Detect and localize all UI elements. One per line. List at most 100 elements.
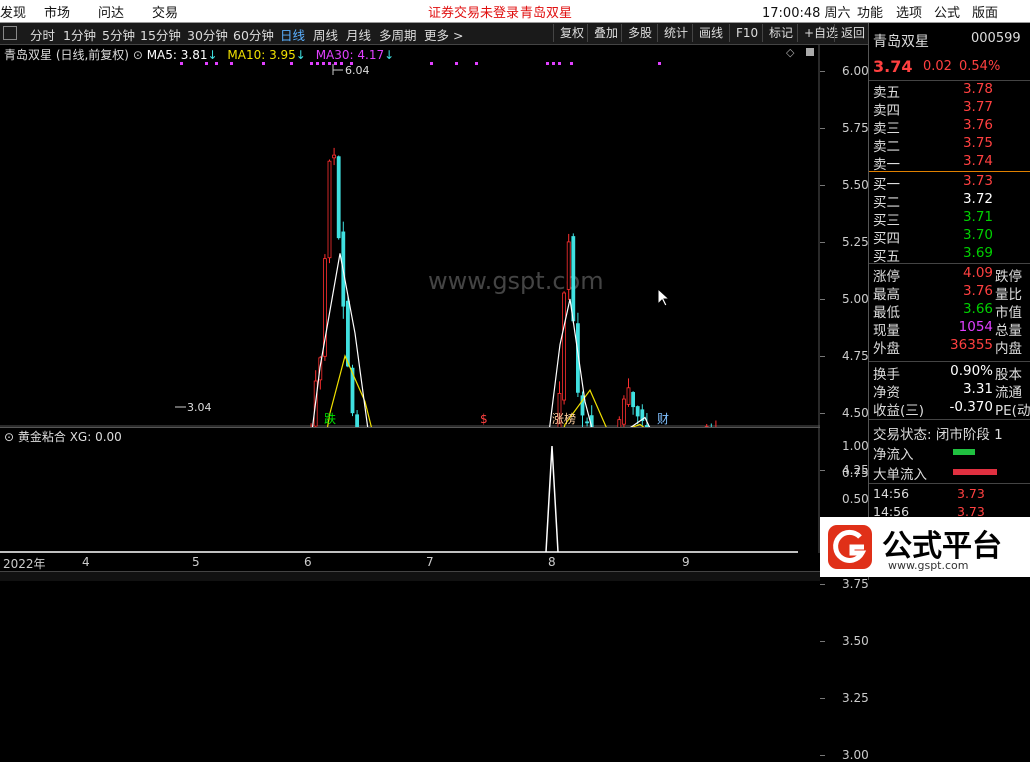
signal-dot [316,62,319,65]
adjust-button[interactable]: 复权 [553,24,590,42]
low-annotation: 3.04 [175,401,212,414]
ask-label: 卖三 [873,117,900,137]
candle-body [346,301,349,366]
indicator-y-tick: 0.75 [842,466,869,480]
indicator-chart[interactable] [0,428,820,553]
candle-body [567,242,570,290]
x-label-jul: 7 [426,555,434,569]
stat-extra-label: 量比 [995,283,1022,303]
clock: 17:00:48 周六 [762,2,851,21]
bid-label: 买五 [873,245,900,265]
marker-gainlist: 涨榜 [552,411,576,426]
signal-dot [290,62,293,65]
menu-trade[interactable]: 交易 [152,2,178,21]
signal-dots [180,62,661,65]
menu-layout[interactable]: 版面 [972,2,998,21]
stat-value: 3.76 [963,283,993,299]
signal-dot [328,62,331,65]
big-inflow-bar [953,469,997,475]
period-1min[interactable]: 1分钟 [63,25,96,44]
quote-price: 3.74 [873,57,912,76]
trade-login-notice[interactable]: 证券交易未登录 [428,2,519,21]
stat2-value: 0.90% [950,363,993,379]
period-weekly[interactable]: 周线 [313,25,338,44]
stat-label: 涨停 [873,265,900,285]
signal-dot [430,62,433,65]
candle-body [328,161,331,258]
top-menu-bar: 发现 市场 问达 交易 证券交易未登录 青岛双星 17:00:48 周六 功能 … [0,0,1030,23]
menu-function[interactable]: 功能 [857,2,883,21]
bid-row: 买四 3.70 [873,227,1027,245]
menu-market[interactable]: 市场 [44,2,70,21]
menu-formula[interactable]: 公式 [934,2,960,21]
menu-discover[interactable]: 发现 [0,2,26,21]
ask-label: 卖五 [873,81,900,101]
candle-body [622,399,625,424]
kline-chart[interactable]: www.gspt.com 6.04 3.04 跌 $ 涨榜 财 [0,45,820,427]
overlay-button[interactable]: 叠加 [587,24,624,42]
period-15min[interactable]: 15分钟 [140,25,181,44]
ask-value: 3.77 [963,99,993,115]
period-more[interactable]: 更多 > [424,25,463,44]
bid-value: 3.71 [963,209,993,225]
quote-panel: 青岛双星 000599 3.74 0.02 0.54% 卖五3.78卖四3.77… [868,23,1030,580]
draw-line-button[interactable]: 画线 [692,24,729,42]
stat-label: 最高 [873,283,900,303]
stat-row: 外盘36355内盘 [873,337,1027,355]
bid-label: 买一 [873,173,900,193]
marker-finance: 财 [657,412,669,426]
layout-toggle-icon[interactable] [3,26,17,40]
y-tick-label: 3.75 [842,577,869,591]
period-5min[interactable]: 5分钟 [102,25,135,44]
menu-wenda[interactable]: 问达 [98,2,124,21]
stat-extra-label: 市值 [995,301,1022,321]
bid-value: 3.70 [963,227,993,243]
bid-row: 买二3.72 [873,191,1027,209]
stat-row: 最低 3.66市值 [873,301,1027,319]
stat-value: 1054 [959,319,993,335]
signal-dot [334,62,337,65]
period-daily[interactable]: 日线 [280,25,305,44]
ask-row: 卖三3.76 [873,117,1027,135]
ask-row: 卖五3.78 [873,81,1027,99]
candlesticks [6,148,796,427]
period-intraday[interactable]: 分时 [30,25,55,44]
stat-value: 3.66 [963,301,993,317]
signal-dot [340,62,343,65]
indicator-y-tick: 0.50 [842,492,869,506]
stat-extra-label: 总量 [995,319,1022,339]
stat-extra-label: 内盘 [995,337,1022,357]
bid-label: 买四 [873,227,900,247]
stat-label: 最低 [873,301,900,321]
signal-dot [180,62,183,65]
statistics-button[interactable]: 统计 [657,24,694,42]
mouse-cursor-icon [657,288,671,308]
signal-dot [322,62,325,65]
moving-averages [4,253,797,427]
tick-time-1: 14:56 [873,486,909,501]
stat-label: 现量 [873,319,900,339]
f10-button[interactable]: F10 [729,24,764,42]
stat2-row: 收益(三)-0.370PE(动 [873,399,1027,417]
period-monthly[interactable]: 月线 [346,25,371,44]
multi-stock-button[interactable]: 多股 [621,24,658,42]
indicator-y-tick: 1.00 [842,439,869,453]
period-60min[interactable]: 60分钟 [233,25,274,44]
signal-dot [262,62,265,65]
date-axis: 2022年 4 5 6 7 8 9 [0,553,820,571]
back-button[interactable]: 返回 [834,24,871,42]
stat-row: 现量 1054总量 [873,319,1027,337]
x-label-may: 5 [192,555,200,569]
bid-row: 买一3.73 [873,173,1027,191]
stat2-value: -0.370 [949,399,993,415]
menu-options[interactable]: 选项 [896,2,922,21]
stat2-label: 净资 [873,381,900,401]
quote-stock-code: 000599 [971,31,1021,46]
signal-dot [570,62,573,65]
period-30min[interactable]: 30分钟 [187,25,228,44]
stat2-extra-label: 股本 [995,363,1022,383]
ask-row: 卖一3.74 [873,153,1027,171]
period-multi[interactable]: 多周期 [379,25,417,44]
mark-button[interactable]: 标记 [762,24,799,42]
y-tick-label: 4.50 [842,406,869,420]
